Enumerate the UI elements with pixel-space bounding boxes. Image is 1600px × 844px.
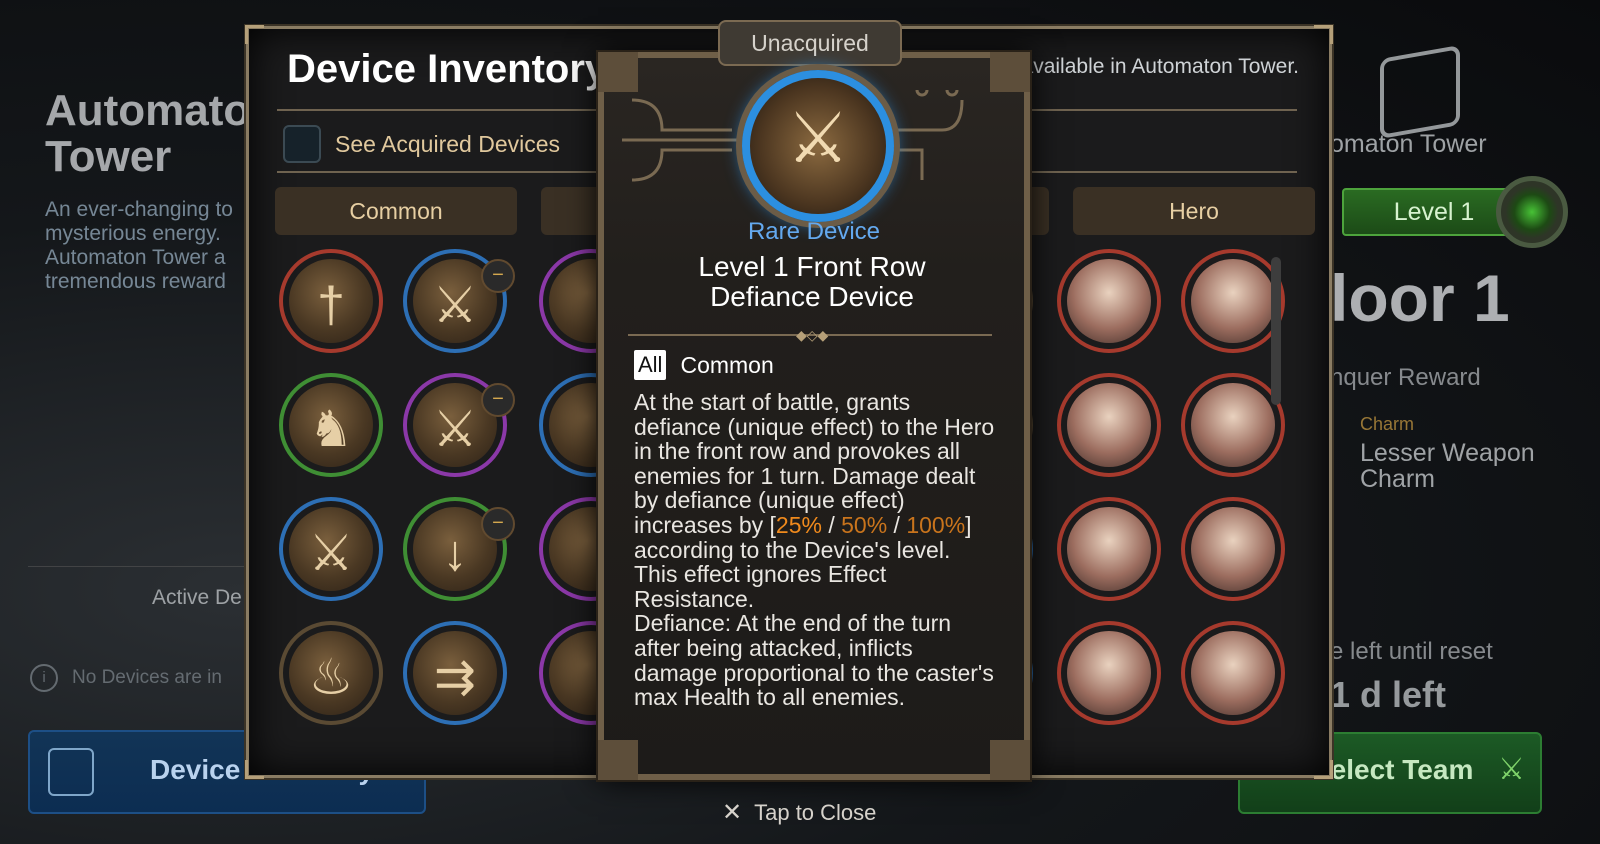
panel-subtitle: s available in Automaton Tower. xyxy=(1005,55,1299,78)
hero-portrait[interactable] xyxy=(1181,621,1285,725)
sword-icon: ⚔ xyxy=(308,525,354,581)
see-acquired-checkbox[interactable] xyxy=(283,125,321,163)
tower-info-panel: Automaton Tower An ever-changing to myst… xyxy=(0,0,426,844)
charm-header: Charm xyxy=(1360,414,1415,434)
no-devices-note: i No Devices are in xyxy=(30,664,222,692)
floor-info-panel: omaton Tower Level 1 loor 1 nquer Reward… xyxy=(1238,0,1600,844)
device-description: At the start of battle, grants defiance … xyxy=(634,390,996,710)
hero-portrait[interactable] xyxy=(1181,373,1285,477)
tower-description: An ever-changing to mysterious energy. A… xyxy=(45,198,233,293)
frame-corner xyxy=(245,25,264,44)
crossed-swords-icon: ⚔ xyxy=(1498,753,1525,786)
value-level-1: 25% xyxy=(775,511,822,538)
flame-icon: ♨ xyxy=(308,649,354,705)
frame-corner xyxy=(1314,760,1333,779)
defiance-definition: Defiance: At the end of the turn after b… xyxy=(634,610,994,711)
minus-badge-icon: − xyxy=(481,259,515,293)
select-team-label: Select Team xyxy=(1312,754,1474,785)
sword-icon: ⚔ xyxy=(786,99,850,177)
device-sword-icon: ⚔ xyxy=(742,70,894,222)
triple-sword-icon: † xyxy=(317,277,345,333)
minus-badge-icon: − xyxy=(481,507,515,541)
tower-icon xyxy=(1380,44,1460,140)
frame-corner xyxy=(598,740,638,780)
days-left: 1 d left xyxy=(1330,674,1447,715)
frame-corner xyxy=(1314,25,1333,44)
hero-portrait[interactable] xyxy=(1057,497,1161,601)
frame-corner xyxy=(990,52,1030,92)
tower-name: omaton Tower xyxy=(1330,130,1487,158)
see-acquired-label: See Acquired Devices xyxy=(335,130,561,157)
device-slot[interactable]: ♨ xyxy=(279,621,383,725)
scrollbar[interactable] xyxy=(1271,257,1281,405)
divider xyxy=(28,566,253,567)
arrows-icon: ⇉ xyxy=(434,649,476,705)
conquer-reward-label: nquer Reward xyxy=(1330,364,1481,391)
device-slot[interactable]: ⇉ xyxy=(403,621,507,725)
tag-common: Common xyxy=(680,351,774,378)
panel-title: Device Inventory xyxy=(287,47,608,91)
tap-to-close-label: Tap to Close xyxy=(754,799,877,825)
separator: / xyxy=(821,511,842,538)
no-devices-text: No Devices are in xyxy=(72,667,222,688)
minus-badge-icon: − xyxy=(481,383,515,417)
frame-corner xyxy=(990,740,1030,780)
info-icon: i xyxy=(30,664,58,692)
tag-all: All xyxy=(634,350,667,380)
strength-icon: ♞ xyxy=(308,401,354,457)
hero-portrait[interactable] xyxy=(1181,249,1285,353)
hero-portrait[interactable] xyxy=(1057,373,1161,477)
device-slot[interactable]: ⚔ − xyxy=(403,373,515,477)
device-icon xyxy=(48,748,94,796)
device-slot[interactable]: ↓ − xyxy=(403,497,515,601)
acquisition-status: Unacquired xyxy=(718,20,902,66)
device-slot[interactable]: † xyxy=(279,249,383,353)
frame-corner xyxy=(245,760,264,779)
reset-label: e left until reset xyxy=(1330,638,1493,665)
ornament-diamond: ◆◇◆ xyxy=(796,327,829,343)
tab-hero[interactable]: Hero xyxy=(1073,187,1315,235)
hero-portrait[interactable] xyxy=(1181,497,1285,601)
frame-corner xyxy=(598,52,638,92)
tab-common[interactable]: Common xyxy=(275,187,517,235)
device-tags: All Common xyxy=(634,350,774,380)
hero-portrait[interactable] xyxy=(1057,249,1161,353)
floor-title: loor 1 xyxy=(1330,261,1510,335)
device-slot[interactable]: ⚔ − xyxy=(403,249,515,353)
charm-name: Lesser Weapon Charm xyxy=(1360,439,1535,493)
tower-title: Automaton Tower xyxy=(45,86,278,181)
level-gear-icon[interactable] xyxy=(1496,176,1568,248)
active-devices-label: Active De xyxy=(152,586,242,609)
see-acquired-toggle[interactable]: See Acquired Devices xyxy=(283,125,560,163)
device-slot[interactable]: ⚔ xyxy=(279,497,383,601)
close-icon: ✕ xyxy=(722,799,743,826)
device-name: Level 1 Front Row Defiance Device xyxy=(698,251,926,312)
value-level-2: 50% xyxy=(841,511,888,538)
device-slot[interactable]: ♞ xyxy=(279,373,383,477)
value-level-3: 100% xyxy=(906,511,966,538)
device-rarity: Rare Device xyxy=(747,218,881,245)
separator: / xyxy=(887,511,907,538)
tap-to-close[interactable]: ✕ Tap to Close xyxy=(722,798,876,827)
hero-portrait[interactable] xyxy=(1057,621,1161,725)
